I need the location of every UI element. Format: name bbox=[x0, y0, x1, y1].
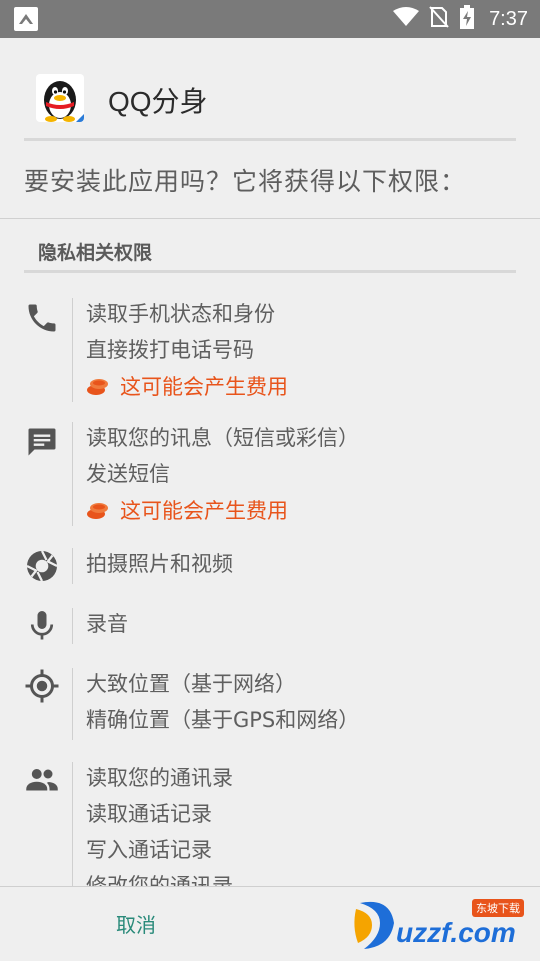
permission-line: 大致位置（基于网络） bbox=[86, 672, 296, 696]
permission-lines: 读取您的通讯录 读取通话记录 写入通话记录 修改您的通讯录 bbox=[86, 762, 233, 906]
message-icon bbox=[24, 424, 60, 460]
permission-line: 直接拨打电话号码 bbox=[86, 338, 254, 362]
watermark: 东坡下载 uzzf.com bbox=[350, 893, 530, 955]
cost-warning: 这可能会产生费用 bbox=[86, 494, 359, 526]
permission-bar bbox=[72, 422, 73, 526]
permission-line: 发送短信 bbox=[86, 462, 170, 486]
header-divider bbox=[24, 138, 516, 141]
permission-group-phone: 读取手机状态和身份 直接拨打电话号码 这可能会产生费用 bbox=[0, 298, 540, 402]
camera-icon bbox=[24, 548, 60, 584]
battery-charging-icon bbox=[459, 5, 475, 33]
notification-icon bbox=[14, 7, 38, 31]
microphone-icon bbox=[24, 608, 60, 644]
divider bbox=[0, 218, 540, 219]
app-header: QQ分身 bbox=[0, 38, 540, 142]
phone-icon bbox=[24, 300, 60, 336]
permission-lines: 拍摄照片和视频 bbox=[86, 548, 233, 584]
permission-lines: 读取手机状态和身份 直接拨打电话号码 这可能会产生费用 bbox=[86, 298, 288, 402]
permission-line: 精确位置（基于GPS和网络） bbox=[86, 708, 360, 732]
install-question: 要安装此应用吗？它将获得以下权限： bbox=[24, 167, 467, 196]
section-divider bbox=[24, 270, 516, 273]
contacts-icon bbox=[24, 762, 60, 798]
permission-line: 读取您的讯息（短信或彩信） bbox=[86, 426, 359, 450]
permission-lines: 读取您的讯息（短信或彩信） 发送短信 这可能会产生费用 bbox=[86, 422, 359, 526]
section-title: 隐私相关权限 bbox=[38, 242, 153, 264]
permission-line: 写入通话记录 bbox=[86, 838, 212, 862]
coin-icon bbox=[86, 375, 110, 397]
cost-warning: 这可能会产生费用 bbox=[86, 370, 288, 402]
cost-warning-text: 这可能会产生费用 bbox=[120, 499, 288, 523]
permission-bar bbox=[72, 548, 73, 584]
permission-group-camera: 拍摄照片和视频 bbox=[0, 548, 540, 584]
permission-group-microphone: 录音 bbox=[0, 608, 540, 644]
permission-bar bbox=[72, 608, 73, 644]
watermark-text: uzzf.com bbox=[396, 917, 516, 948]
permission-line: 录音 bbox=[86, 612, 128, 636]
permission-group-location: 大致位置（基于网络） 精确位置（基于GPS和网络） bbox=[0, 668, 540, 740]
cancel-button[interactable]: 取消 bbox=[96, 909, 176, 941]
permission-lines: 录音 bbox=[86, 608, 128, 644]
app-title: QQ分身 bbox=[108, 86, 208, 117]
watermark-logo-icon bbox=[354, 901, 394, 949]
permission-line: 读取通话记录 bbox=[86, 802, 212, 826]
permission-bar bbox=[72, 668, 73, 740]
permission-line: 读取您的通讯录 bbox=[86, 766, 233, 790]
no-sim-icon bbox=[429, 6, 449, 32]
permission-bar bbox=[72, 298, 73, 402]
bottom-action-bar: 取消 东坡下载 uzzf.com bbox=[0, 886, 540, 961]
permission-line: 拍摄照片和视频 bbox=[86, 552, 233, 576]
clock: 7:37 bbox=[489, 7, 528, 30]
coin-icon bbox=[86, 499, 110, 521]
status-bar: 7:37 bbox=[0, 0, 540, 38]
wifi-icon bbox=[393, 7, 420, 31]
permission-group-messages: 读取您的讯息（短信或彩信） 发送短信 这可能会产生费用 bbox=[0, 422, 540, 526]
location-icon bbox=[24, 668, 60, 704]
permission-group-contacts: 读取您的通讯录 读取通话记录 写入通话记录 修改您的通讯录 bbox=[0, 762, 540, 902]
watermark-tag: 东坡下载 bbox=[472, 899, 524, 917]
qq-penguin-icon bbox=[36, 74, 84, 122]
cost-warning-text: 这可能会产生费用 bbox=[120, 375, 288, 399]
permission-line: 读取手机状态和身份 bbox=[86, 302, 275, 326]
permission-bar bbox=[72, 762, 73, 902]
permission-lines: 大致位置（基于网络） 精确位置（基于GPS和网络） bbox=[86, 668, 359, 740]
